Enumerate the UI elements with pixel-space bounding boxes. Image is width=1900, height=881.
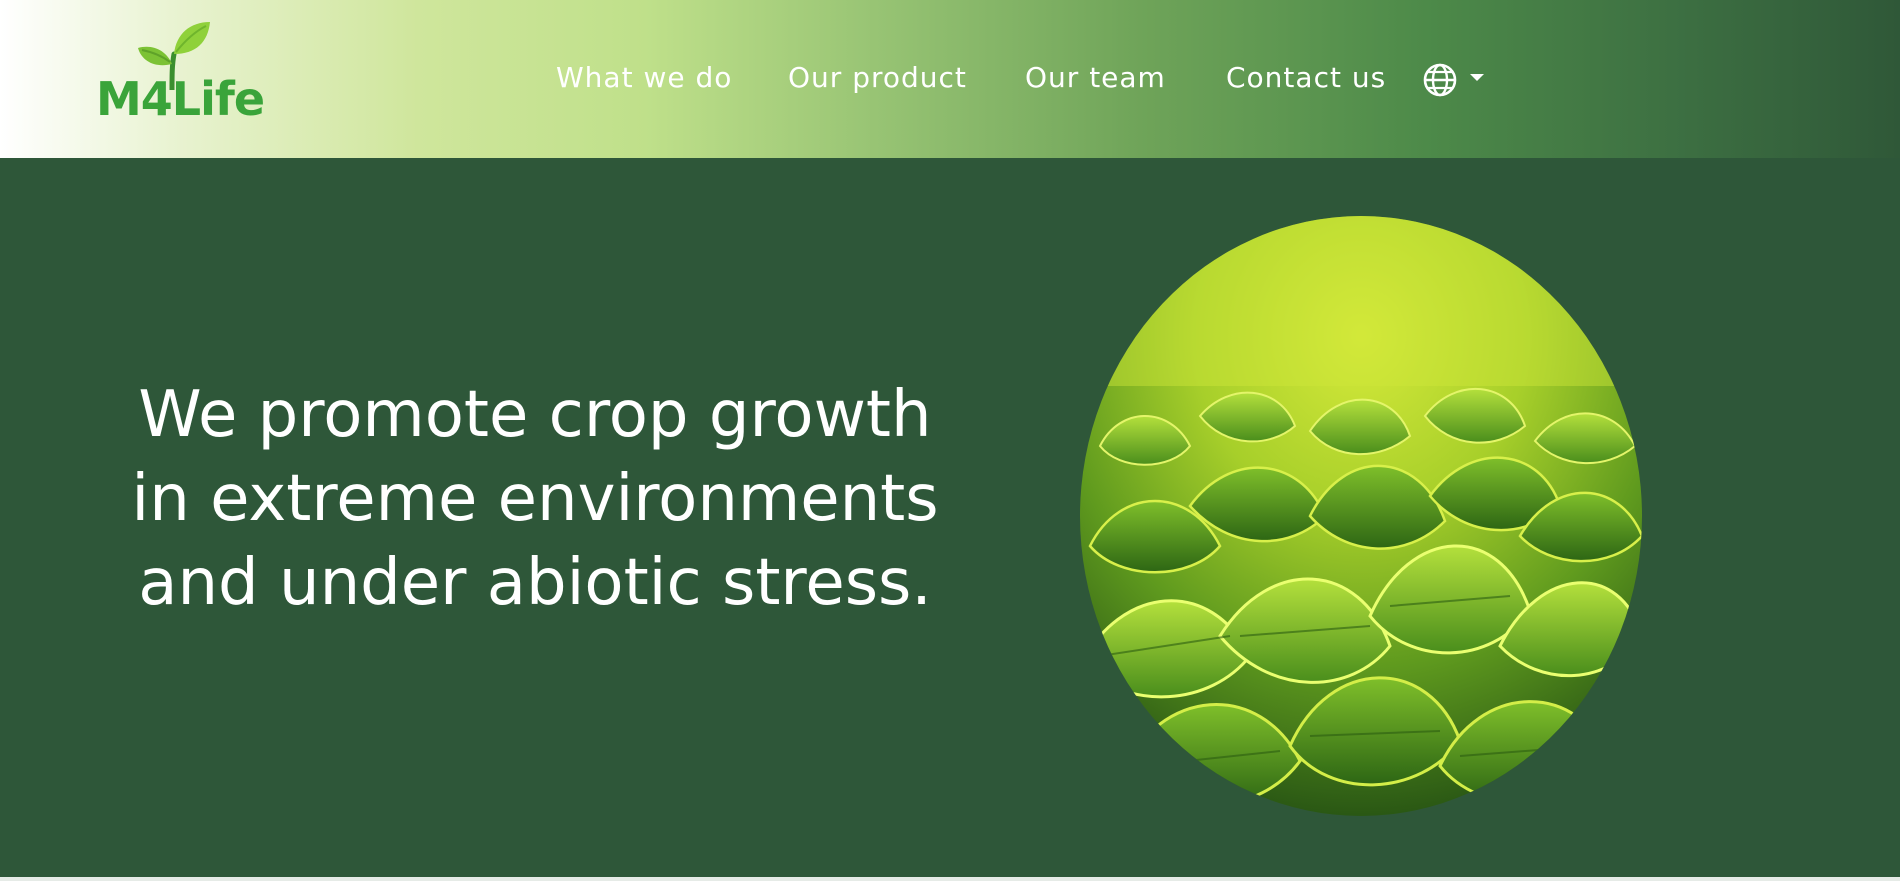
nav-link-contact-us[interactable]: Contact us xyxy=(1226,58,1386,98)
language-selector[interactable] xyxy=(1422,62,1486,98)
main-nav: What we do Our product Our team Contact … xyxy=(0,58,1900,98)
chevron-down-icon xyxy=(1470,74,1484,81)
page: M4Life What we do Our product Our team C… xyxy=(0,0,1900,881)
hero-image xyxy=(1080,216,1642,816)
globe-icon xyxy=(1423,63,1457,97)
nav-link-what-we-do[interactable]: What we do xyxy=(556,58,732,98)
nav-link-our-product[interactable]: Our product xyxy=(788,58,967,98)
page-divider xyxy=(0,877,1900,881)
nav-link-our-team[interactable]: Our team xyxy=(1025,58,1166,98)
hero-headline: We promote crop growth in extreme enviro… xyxy=(131,377,939,620)
site-header: M4Life What we do Our product Our team C… xyxy=(0,0,1900,158)
